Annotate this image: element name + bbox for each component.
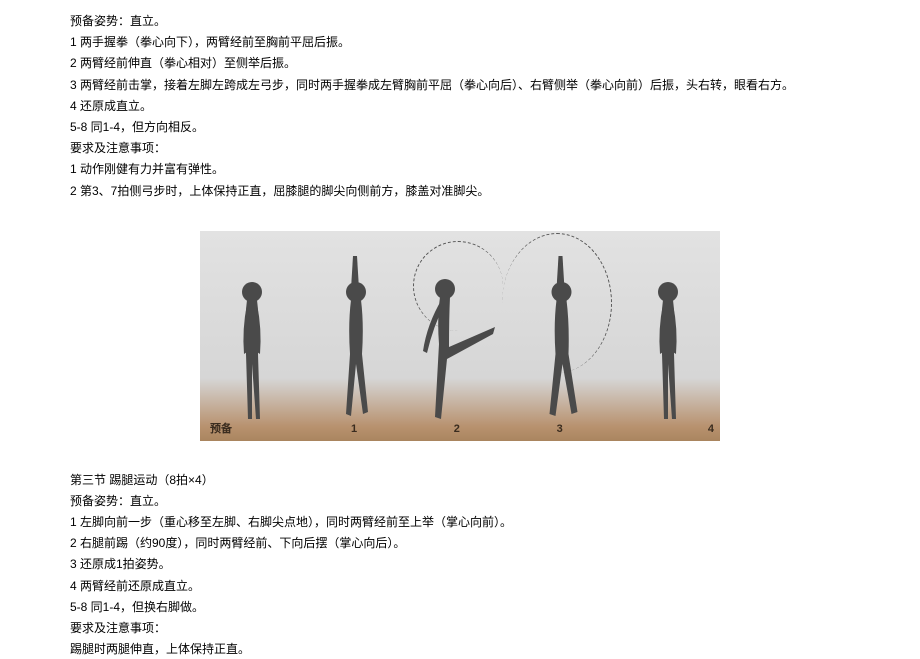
sec2-req-title: 要求及注意事项： — [70, 139, 870, 158]
pose-row — [200, 231, 720, 424]
fig-label-4: 4 — [611, 421, 720, 439]
sec3-step1: 1 左脚向前一步（重心移至左脚、右脚尖点地），同时两臂经前至上举（掌心向前）。 — [70, 513, 870, 532]
sec2-step2: 2 两臂经前伸直（拳心相对）至侧举后振。 — [70, 54, 870, 73]
figure-labels: 预备 1 2 3 4 — [200, 421, 720, 439]
sec3-req1: 踢腿时两腿伸直，上体保持正直。 — [70, 640, 870, 659]
pose-2 — [408, 231, 512, 424]
sec3-step2: 2 右腿前踢（约90度），同时两臂经前、下向后摆（掌心向后）。 — [70, 534, 870, 553]
sec2-step58: 5-8 同1-4，但方向相反。 — [70, 118, 870, 137]
sec3-req-title: 要求及注意事项： — [70, 619, 870, 638]
sec3-title: 第三节 踢腿运动（8拍×4） — [70, 471, 870, 490]
sec2-step4: 4 还原成直立。 — [70, 97, 870, 116]
pose-3 — [512, 231, 616, 424]
fig-label-3: 3 — [508, 421, 611, 439]
pose-1 — [304, 231, 408, 424]
sec3-step3: 3 还原成1拍姿势。 — [70, 555, 870, 574]
fig-label-1: 1 — [303, 421, 406, 439]
fig-label-2: 2 — [405, 421, 508, 439]
sec3-prep: 预备姿势：直立。 — [70, 492, 870, 511]
exercise-figure: 预备 1 2 3 4 — [200, 231, 720, 441]
sec2-req1: 1 动作刚健有力并富有弹性。 — [70, 160, 870, 179]
sec3-step58: 5-8 同1-4，但换右脚做。 — [70, 598, 870, 617]
pose-4 — [616, 231, 720, 424]
sec2-step1: 1 两手握拳（拳心向下），两臂经前至胸前平屈后振。 — [70, 33, 870, 52]
pose-prep — [200, 231, 304, 424]
sec3-step4: 4 两臂经前还原成直立。 — [70, 577, 870, 596]
sec2-req2: 2 第3、7拍侧弓步时，上体保持正直，屈膝腿的脚尖向侧前方，膝盖对准脚尖。 — [70, 182, 870, 201]
sec2-step3: 3 两臂经前击掌，接着左脚左跨成左弓步，同时两手握拳成左臂胸前平屈（拳心向后）、… — [50, 76, 870, 95]
sec2-prep: 预备姿势：直立。 — [70, 12, 870, 31]
fig-label-prep: 预备 — [200, 421, 303, 439]
